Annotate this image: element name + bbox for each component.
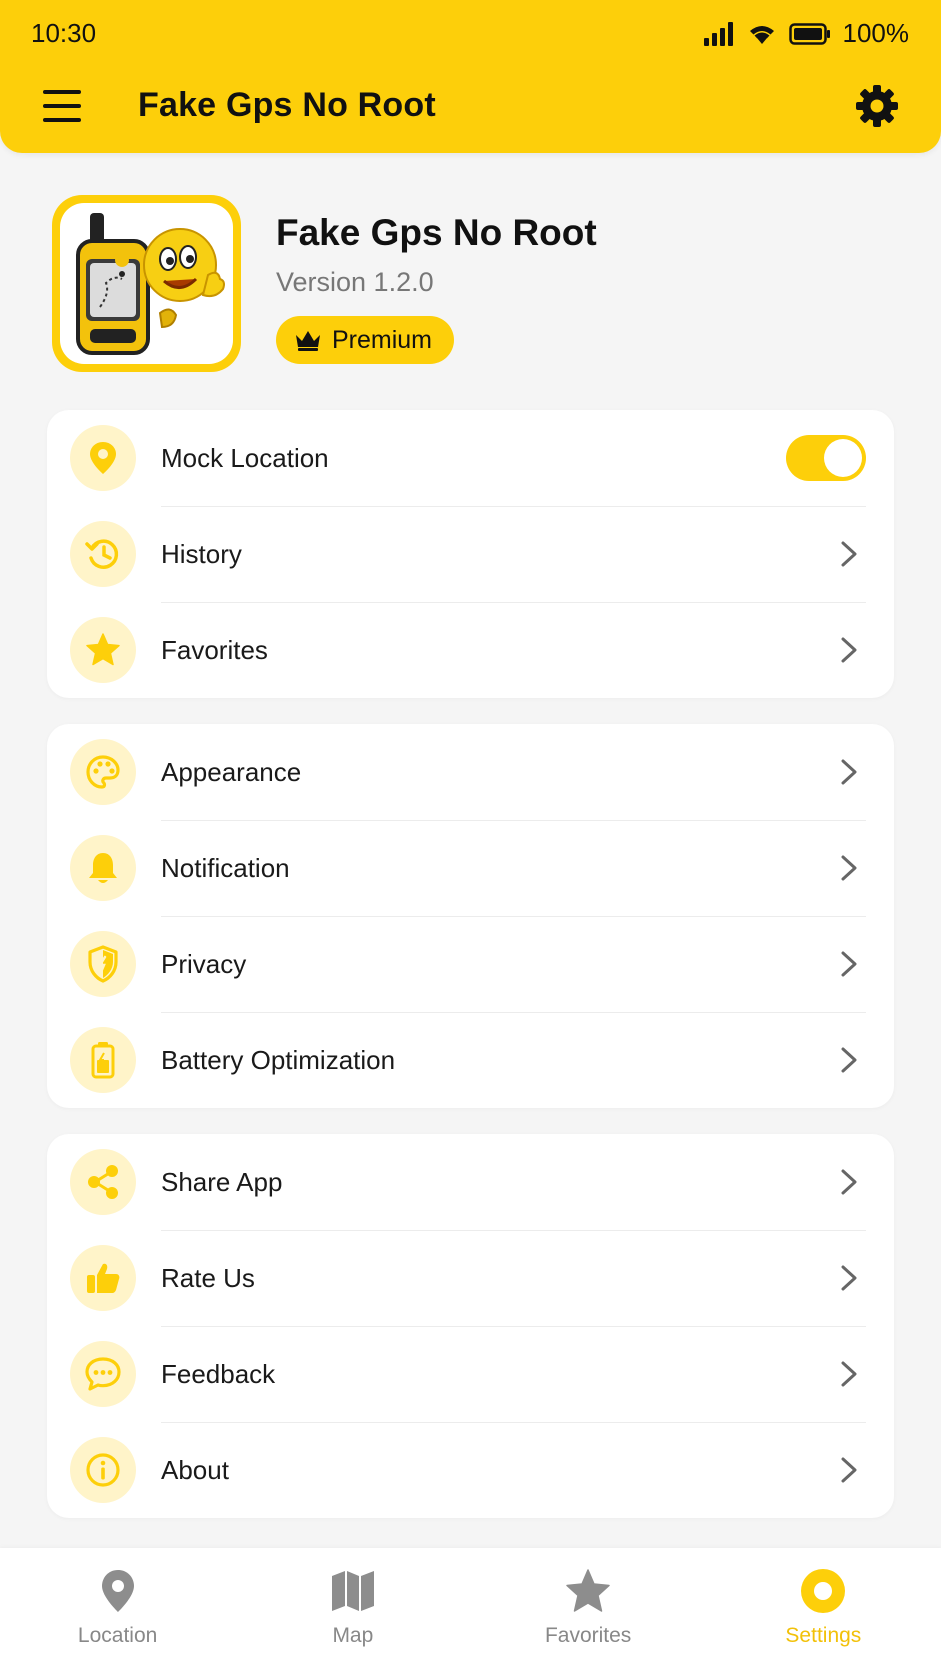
settings-group-main: Mock Location History Favorites: [47, 410, 894, 698]
battery-status-icon: [788, 22, 830, 45]
row-feedback[interactable]: Feedback: [47, 1326, 894, 1422]
signal-icon: [703, 21, 733, 46]
nav-map[interactable]: Map: [235, 1548, 470, 1672]
app-logo: [52, 195, 241, 372]
status-icons: 100%: [703, 18, 910, 49]
chevron-right-icon: [841, 637, 857, 663]
row-label: Privacy: [161, 948, 247, 979]
location-pin-icon: [70, 425, 136, 491]
chevron-right-icon: [841, 855, 857, 881]
row-privacy[interactable]: Privacy: [47, 916, 894, 1012]
app-name: Fake Gps No Root: [276, 212, 597, 253]
gear-icon[interactable]: [853, 82, 901, 130]
row-label: Notification: [161, 852, 290, 883]
status-time: 10:30: [31, 18, 97, 48]
row-label: History: [161, 538, 242, 569]
settings-group-support: Share App Rate Us Feedback About: [47, 1134, 894, 1518]
chevron-right-icon: [841, 1457, 857, 1483]
share-icon: [70, 1149, 136, 1215]
battery-icon: [70, 1027, 136, 1093]
info-icon: [70, 1437, 136, 1503]
row-rate-us[interactable]: Rate Us: [47, 1230, 894, 1326]
bottom-navigation: Location Map Favorites Settings: [0, 1548, 941, 1672]
premium-label: Premium: [332, 325, 433, 354]
app-bar: 10:30 100% Fake Gps No Root: [0, 0, 941, 153]
gps-device-smiley-icon: [76, 213, 225, 355]
row-mock-location[interactable]: Mock Location: [47, 410, 894, 506]
premium-badge[interactable]: Premium: [276, 316, 455, 364]
hamburger-menu-icon[interactable]: [40, 86, 84, 126]
nav-label: Favorites: [544, 1624, 632, 1647]
chevron-right-icon: [841, 1047, 857, 1073]
palette-icon: [70, 739, 136, 805]
nav-label: Map: [332, 1624, 374, 1647]
chevron-right-icon: [841, 951, 857, 977]
row-share-app[interactable]: Share App: [47, 1134, 894, 1230]
wifi-icon: [749, 25, 774, 44]
row-label: Mock Location: [161, 442, 329, 473]
chevron-right-icon: [841, 1361, 857, 1387]
row-label: Rate Us: [161, 1262, 255, 1293]
chevron-right-icon: [841, 1169, 857, 1195]
thumbs-up-icon: [70, 1245, 136, 1311]
row-battery-optimization[interactable]: Battery Optimization: [47, 1012, 894, 1108]
row-label: Appearance: [161, 756, 302, 787]
nav-location[interactable]: Location: [0, 1548, 235, 1672]
star-icon: [70, 617, 136, 683]
row-label: Battery Optimization: [161, 1044, 396, 1075]
settings-group-preferences: Appearance Notification Privacy Battery …: [47, 724, 894, 1108]
row-label: Favorites: [161, 634, 268, 665]
row-label: About: [161, 1454, 229, 1485]
nav-favorites[interactable]: Favorites: [471, 1548, 706, 1672]
nav-label: Settings: [785, 1624, 862, 1647]
app-bar-title: Fake Gps No Root: [138, 86, 436, 124]
map-icon: [328, 1566, 378, 1616]
shield-icon: [70, 931, 136, 997]
chevron-right-icon: [841, 1265, 857, 1291]
app-version: Version 1.2.0: [276, 267, 434, 297]
star-icon: [563, 1566, 613, 1616]
chevron-right-icon: [841, 759, 857, 785]
row-history[interactable]: History: [47, 506, 894, 602]
row-label: Feedback: [161, 1358, 276, 1389]
nav-settings[interactable]: Settings: [706, 1548, 941, 1672]
chevron-right-icon: [841, 541, 857, 567]
mock-location-toggle[interactable]: [786, 435, 866, 481]
app-info-header: Fake Gps No Root Version 1.2.0 Premium: [52, 195, 893, 375]
history-icon: [70, 521, 136, 587]
chat-icon: [70, 1341, 136, 1407]
nav-label: Location: [77, 1624, 158, 1647]
location-pin-icon: [93, 1566, 143, 1616]
row-notification[interactable]: Notification: [47, 820, 894, 916]
row-appearance[interactable]: Appearance: [47, 724, 894, 820]
row-favorites[interactable]: Favorites: [47, 602, 894, 698]
settings-circle-icon: [798, 1566, 848, 1616]
row-about[interactable]: About: [47, 1422, 894, 1518]
battery-percent: 100%: [842, 18, 910, 48]
crown-icon: [296, 331, 320, 351]
bell-icon: [70, 835, 136, 901]
row-label: Share App: [161, 1166, 283, 1197]
